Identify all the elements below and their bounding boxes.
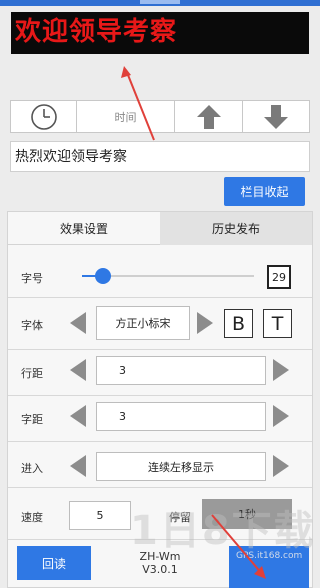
annotation-arrow-bottom xyxy=(211,514,266,579)
annotation-arrow-top xyxy=(121,66,155,141)
annotation-arrows xyxy=(121,66,266,579)
